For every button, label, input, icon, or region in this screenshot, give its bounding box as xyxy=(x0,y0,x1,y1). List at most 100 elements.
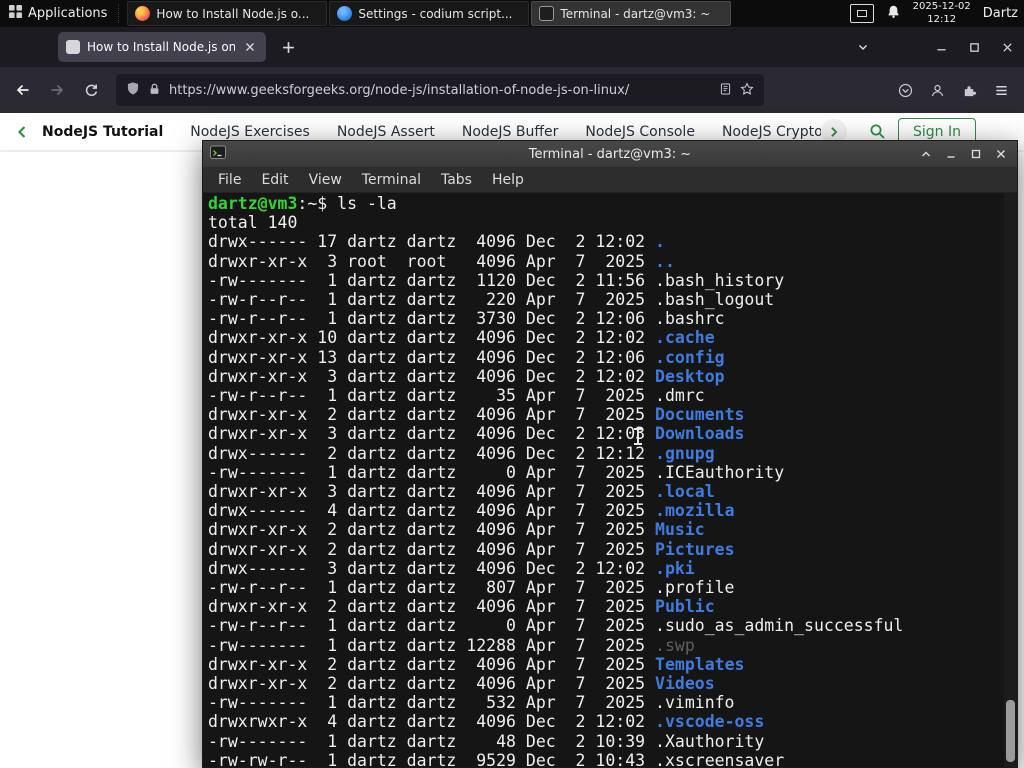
taskbar-button[interactable]: Settings - codium script... xyxy=(329,1,530,26)
browser-close-button[interactable] xyxy=(991,32,1024,62)
user-menu[interactable]: Dartz xyxy=(983,6,1020,21)
terminal-window-controls xyxy=(917,145,1010,163)
tab-list-chevron-icon[interactable] xyxy=(846,32,879,62)
terminal-line: -rw------- 1 dartz dartz 12288 Apr 7 202… xyxy=(208,635,695,655)
gfg-nav-item[interactable]: NodeJS Exercises xyxy=(190,124,310,140)
browser-minimize-button[interactable] xyxy=(925,32,958,62)
terminal-line: drwxr-xr-x 3 dartz dartz 4096 Apr 7 2025… xyxy=(208,482,715,502)
terminal-line: -rw-rw-r-- 1 dartz dartz 9529 Dec 2 10:4… xyxy=(208,750,785,767)
tray-terminal-icon-inner xyxy=(856,10,867,17)
terminal-app-icon xyxy=(210,145,226,164)
terminal-line: drwx------ 4 dartz dartz 4096 Apr 7 2025… xyxy=(208,501,735,521)
terminal-line: drwxr-xr-x 3 dartz dartz 4096 Dec 2 12:0… xyxy=(208,424,745,444)
pocket-icon[interactable] xyxy=(890,75,920,105)
menu-file[interactable]: File xyxy=(208,172,251,188)
terminal-line: drwxr-xr-x 2 dartz dartz 4096 Apr 7 2025… xyxy=(208,520,705,540)
gfg-nav-item[interactable]: NodeJS Assert xyxy=(337,124,435,140)
terminal-titlebar[interactable]: Terminal - dartz@vm3: ~ xyxy=(203,141,1017,167)
terminal-line: drwxr-xr-x 10 dartz dartz 4096 Dec 2 12:… xyxy=(208,328,715,348)
terminal-line: -rw------- 1 dartz dartz 1120 Dec 2 11:5… xyxy=(208,270,785,290)
forward-button[interactable] xyxy=(42,75,72,105)
clock-time: 12:12 xyxy=(927,13,957,25)
navigation-toolbar: https://www.geeksforgeeks.org/node-js/in… xyxy=(0,67,1024,113)
reload-button[interactable] xyxy=(76,75,106,105)
terminal-line: drwxr-xr-x 2 dartz dartz 4096 Apr 7 2025… xyxy=(208,654,745,674)
url-bar[interactable]: https://www.geeksforgeeks.org/node-js/in… xyxy=(116,74,764,106)
terminal-close-button[interactable] xyxy=(992,145,1010,163)
nav-scroll-left-chevron-icon[interactable] xyxy=(10,125,34,139)
firefox-icon xyxy=(135,6,151,21)
clock[interactable]: 2025-12-02 12:12 xyxy=(913,1,971,26)
applications-grid-icon xyxy=(9,5,22,22)
terminal-icon xyxy=(539,6,555,21)
menu-help[interactable]: Help xyxy=(482,172,534,188)
terminal-scrollbar-thumb[interactable] xyxy=(1006,700,1015,762)
gfg-nav-item[interactable]: NodeJS Buffer xyxy=(462,124,559,140)
menu-view[interactable]: View xyxy=(299,172,352,188)
taskbar: How to Install Node.js o... Settings - co… xyxy=(125,0,841,27)
desktop: Applications How to Install Node.js o...… xyxy=(0,0,1024,768)
terminal-line: drwx------ 3 dartz dartz 4096 Dec 2 12:0… xyxy=(208,558,695,578)
url-text[interactable]: https://www.geeksforgeeks.org/node-js/in… xyxy=(169,83,711,98)
notification-bell-icon[interactable] xyxy=(886,4,901,23)
browser-tab[interactable]: How to Install Node.js on xyxy=(58,32,266,62)
tab-close-button[interactable] xyxy=(242,39,258,55)
terminal-line: -rw-r--r-- 1 dartz dartz 807 Apr 7 2025 … xyxy=(208,578,735,598)
gfg-nav-items: NodeJS Tutorial NodeJS Exercises NodeJS As… xyxy=(34,124,821,140)
taskbar-button-title: Settings - codium script... xyxy=(358,6,513,21)
terminal-line: drwxr-xr-x 3 root root 4096 Apr 7 2025 .… xyxy=(208,251,675,271)
tab-title: How to Install Node.js on xyxy=(87,40,235,54)
terminal-maximize-button[interactable] xyxy=(967,145,985,163)
tracking-shield-icon[interactable] xyxy=(126,81,140,100)
extensions-puzzle-icon[interactable] xyxy=(954,75,984,105)
terminal-shade-button[interactable] xyxy=(917,145,935,163)
browser-maximize-button[interactable] xyxy=(958,32,991,62)
terminal-line: -rw------- 1 dartz dartz 532 Apr 7 2025 … xyxy=(208,693,735,713)
back-button[interactable] xyxy=(8,75,38,105)
hamburger-menu-icon[interactable] xyxy=(986,75,1016,105)
gfg-nav-item[interactable]: NodeJS Console xyxy=(585,124,695,140)
terminal-line: -rw------- 1 dartz dartz 0 Apr 7 2025 .I… xyxy=(208,462,785,482)
menu-terminal[interactable]: Terminal xyxy=(352,172,431,188)
terminal-line: total 140 xyxy=(208,213,298,233)
search-icon[interactable] xyxy=(857,123,898,140)
lock-icon[interactable] xyxy=(148,81,161,100)
tab-favicon xyxy=(66,40,80,54)
gfg-nav-item[interactable]: NodeJS Tutorial xyxy=(42,124,163,140)
terminal-line: -rw-r--r-- 1 dartz dartz 0 Apr 7 2025 .s… xyxy=(208,616,904,636)
terminal-menubar: File Edit View Terminal Tabs Help xyxy=(203,167,1017,193)
settings-icon xyxy=(337,6,353,21)
tab-strip: How to Install Node.js on xyxy=(0,27,1024,67)
terminal-scrollbar[interactable] xyxy=(1004,193,1017,767)
bookmark-star-icon[interactable] xyxy=(740,81,754,100)
terminal-line: drwx------ 17 dartz dartz 4096 Dec 2 12:… xyxy=(208,232,665,252)
taskbar-button-title: Terminal - dartz@vm3: ~ xyxy=(560,6,711,21)
menu-edit[interactable]: Edit xyxy=(251,172,298,188)
terminal-line: drwxrwxr-x 4 dartz dartz 4096 Dec 2 12:0… xyxy=(208,712,765,732)
terminal-minimize-button[interactable] xyxy=(942,145,960,163)
applications-menu-button[interactable]: Applications xyxy=(0,0,116,27)
terminal-line: -rw-r--r-- 1 dartz dartz 35 Apr 7 2025 .… xyxy=(208,386,705,406)
terminal-line: drwxr-xr-x 2 dartz dartz 4096 Apr 7 2025… xyxy=(208,405,745,425)
terminal-line: drwxr-xr-x 2 dartz dartz 4096 Apr 7 2025… xyxy=(208,539,735,559)
reader-view-icon[interactable] xyxy=(719,81,732,100)
taskbar-button-title: How to Install Node.js o... xyxy=(156,6,310,21)
mouse-cursor xyxy=(634,428,642,445)
terminal-line: dartz@vm3:~$ ls -la xyxy=(208,194,397,213)
terminal-output[interactable]: dartz@vm3:~$ ls -la total 140 drwx------ 1… xyxy=(203,193,1017,767)
taskbar-button[interactable]: How to Install Node.js o... xyxy=(127,1,328,26)
terminal-line: drwxr-xr-x 3 dartz dartz 4096 Dec 2 12:0… xyxy=(208,366,725,386)
taskbar-button[interactable]: Terminal - dartz@vm3: ~ xyxy=(531,1,732,26)
tray-terminal-icon[interactable] xyxy=(849,4,874,23)
terminal-line: drwxr-xr-x 2 dartz dartz 4096 Apr 7 2025… xyxy=(208,674,715,694)
account-icon[interactable] xyxy=(922,75,952,105)
window-controls xyxy=(846,32,1024,62)
panel-separator xyxy=(118,4,123,23)
top-panel: Applications How to Install Node.js o...… xyxy=(0,0,1024,27)
terminal-title: Terminal - dartz@vm3: ~ xyxy=(528,146,692,162)
terminal-line: drwxr-xr-x 13 dartz dartz 4096 Dec 2 12:… xyxy=(208,347,725,367)
gfg-nav-item[interactable]: NodeJS Crypto xyxy=(722,124,821,140)
menu-tabs[interactable]: Tabs xyxy=(431,172,482,188)
new-tab-button[interactable] xyxy=(274,33,302,61)
panel-right: 2025-12-02 12:12 Dartz xyxy=(842,0,1024,27)
